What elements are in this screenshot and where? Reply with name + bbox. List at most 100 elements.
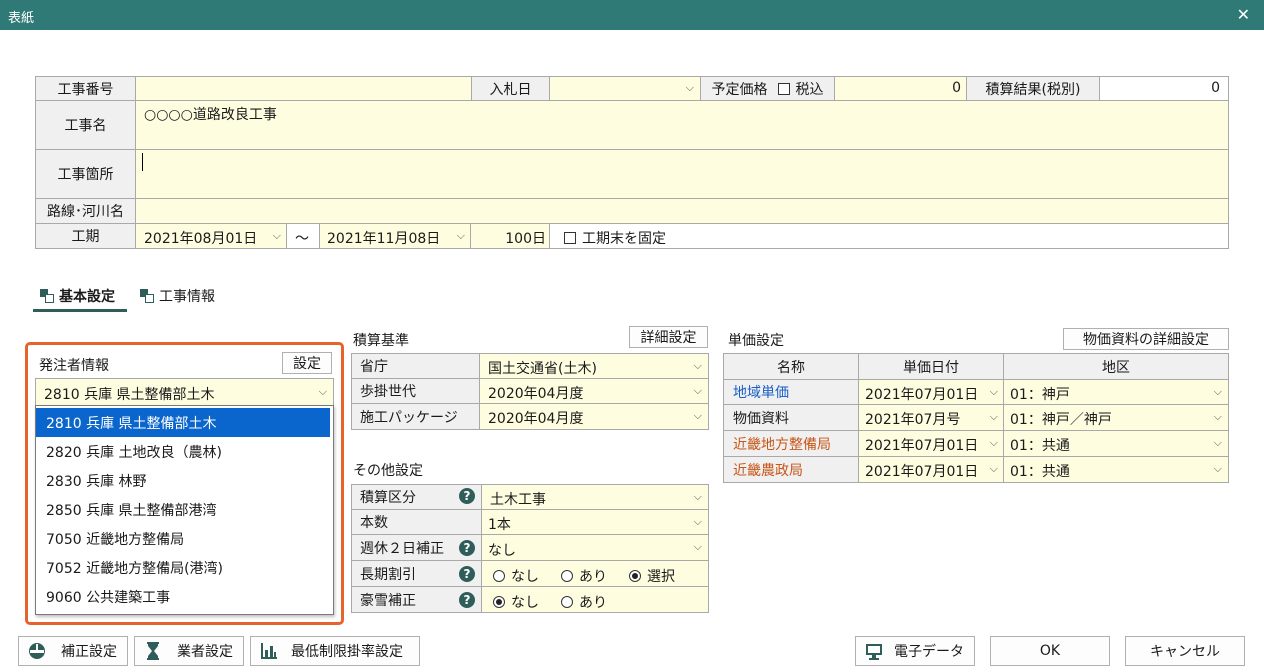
row-name-text: 物価資料 bbox=[733, 410, 789, 427]
planned-price-input[interactable]: 0 bbox=[834, 76, 967, 101]
radio-snow-yes[interactable]: あり bbox=[561, 592, 607, 612]
chevron-down-icon: ⌵ bbox=[693, 490, 702, 503]
category-select[interactable]: 土木工事 ⌵ bbox=[481, 484, 709, 510]
date-picker[interactable]: 2021年07月01日 ⌵ bbox=[858, 456, 1004, 483]
fix-end-checkbox[interactable]: 工期末を固定 bbox=[564, 228, 666, 248]
chevron-down-icon: ⌵ bbox=[693, 359, 702, 372]
checkbox-icon bbox=[777, 82, 790, 95]
dropdown-option[interactable]: 2820 兵庫 土地改良（農林) bbox=[36, 437, 330, 466]
table-row-name[interactable]: 地域単価 bbox=[723, 379, 859, 405]
chevron-down-icon: ⌵ bbox=[693, 515, 702, 528]
price-material-detail-button[interactable]: 物価資料の詳細設定 bbox=[1063, 328, 1229, 350]
planned-price-label: 予定価格 bbox=[711, 81, 768, 98]
radio-long-none[interactable]: なし bbox=[493, 566, 539, 586]
end-date-picker[interactable]: 2021年11月08日 ⌵ bbox=[319, 223, 471, 249]
button-label: 業者設定 bbox=[177, 644, 233, 660]
tab-project-info[interactable]: 工事情報 bbox=[140, 286, 215, 306]
days-value: 100日 bbox=[505, 231, 546, 247]
monitor-icon bbox=[866, 644, 882, 660]
electronic-data-button[interactable]: 電子データ bbox=[855, 636, 975, 666]
dropdown-option[interactable]: 2850 兵庫 県土整備部港湾 bbox=[36, 495, 330, 524]
area-select[interactable]: 01：共通 ⌵ bbox=[1003, 430, 1229, 457]
tab-basic-settings[interactable]: 基本設定 bbox=[40, 286, 115, 306]
route-input[interactable] bbox=[135, 198, 1229, 224]
chevron-down-icon: ⌵ bbox=[318, 385, 327, 398]
step-generation-value: 2020年04月度 bbox=[488, 386, 584, 402]
table-row-name[interactable]: 近畿地方整備局 bbox=[723, 430, 859, 457]
help-icon[interactable]: ? bbox=[459, 592, 475, 608]
area-value: 01：神戸 bbox=[1010, 387, 1070, 403]
radio-label: なし bbox=[511, 595, 539, 611]
tax-included-checkbox[interactable]: 税込 bbox=[777, 79, 824, 99]
help-icon[interactable]: ? bbox=[459, 488, 475, 504]
count-label: 本数 bbox=[351, 509, 482, 535]
help-icon[interactable]: ? bbox=[459, 566, 475, 582]
date-value: 2021年07月01日 bbox=[865, 438, 979, 454]
radio-label: あり bbox=[579, 569, 607, 585]
estimate-detail-button[interactable]: 詳細設定 bbox=[629, 326, 708, 348]
dropdown-option[interactable]: 9060 公共建築工事 bbox=[36, 582, 330, 611]
contractor-settings-button[interactable]: 業者設定 bbox=[134, 636, 244, 666]
project-name-input[interactable]: ○○○○道路改良工事 bbox=[135, 100, 1229, 150]
long-term-radio-group: なし あり 選択 bbox=[481, 560, 709, 587]
area-value: 01：神戸／神戸 bbox=[1010, 412, 1112, 428]
estimate-result-value-cell: 0 bbox=[1099, 76, 1229, 101]
cancel-button[interactable]: キャンセル bbox=[1125, 636, 1245, 666]
step-generation-select[interactable]: 2020年04月度 ⌵ bbox=[479, 378, 709, 404]
help-icon[interactable]: ? bbox=[459, 540, 475, 556]
tab-icon bbox=[140, 289, 154, 303]
dropdown-option[interactable]: 2810 兵庫 県土整備部土木 bbox=[36, 408, 330, 437]
link-regional-unit-price[interactable]: 地域単価 bbox=[733, 382, 789, 402]
weekly-select[interactable]: なし ⌵ bbox=[481, 534, 709, 561]
category-value: 土木工事 bbox=[490, 492, 546, 508]
orderer-select[interactable]: 2810 兵庫 県土整備部土木 ⌵ bbox=[35, 378, 334, 406]
column-header-date: 単価日付 bbox=[858, 353, 1004, 380]
dropdown-option[interactable]: 7050 近畿地方整備局 bbox=[36, 524, 330, 553]
date-picker[interactable]: 2021年07月号 ⌵ bbox=[858, 404, 1004, 431]
date-picker[interactable]: 2021年07月01日 ⌵ bbox=[858, 430, 1004, 457]
link-kinki-regional-bureau[interactable]: 近畿地方整備局 bbox=[733, 434, 831, 454]
days-input[interactable]: 100日 bbox=[470, 223, 550, 249]
table-row-name[interactable]: 近畿農政局 bbox=[723, 456, 859, 483]
period-separator: ～ bbox=[286, 223, 320, 249]
fix-end-label: 工期末を固定 bbox=[582, 231, 666, 247]
chevron-down-icon: ⌵ bbox=[989, 410, 998, 423]
tab-label: 基本設定 bbox=[59, 289, 115, 305]
radio-long-yes[interactable]: あり bbox=[561, 566, 607, 586]
link-kinki-agriculture-bureau[interactable]: 近畿農政局 bbox=[733, 460, 803, 480]
chevron-down-icon: ⌵ bbox=[272, 229, 281, 242]
text-cursor bbox=[142, 153, 143, 171]
radio-long-select[interactable]: 選択 bbox=[629, 566, 675, 586]
window-title: 表紙 bbox=[8, 11, 35, 26]
ministry-select[interactable]: 国土交通省(土木) ⌵ bbox=[479, 353, 709, 379]
date-picker[interactable]: 2021年07月01日 ⌵ bbox=[858, 379, 1004, 405]
bid-date-picker[interactable]: ⌵ bbox=[549, 76, 701, 101]
button-label: 電子データ bbox=[894, 644, 964, 660]
weekly-value: なし bbox=[488, 543, 516, 559]
orderer-settings-button[interactable]: 設定 bbox=[282, 352, 332, 374]
ministry-value: 国土交通省(土木) bbox=[488, 361, 597, 377]
active-tab-indicator bbox=[33, 309, 127, 312]
start-date-picker[interactable]: 2021年08月01日 ⌵ bbox=[135, 223, 287, 249]
dropdown-option[interactable]: 2830 兵庫 林野 bbox=[36, 466, 330, 495]
chevron-down-icon: ⌵ bbox=[1213, 436, 1222, 449]
min-rate-settings-button[interactable]: 最低制限掛率設定 bbox=[250, 636, 420, 666]
area-select[interactable]: 01：共通 ⌵ bbox=[1003, 456, 1229, 483]
radio-snow-none[interactable]: なし bbox=[493, 592, 539, 612]
dropdown-option[interactable]: 7052 近畿地方整備局(港湾) bbox=[36, 553, 330, 582]
package-select[interactable]: 2020年04月度 ⌵ bbox=[479, 403, 709, 430]
snow-label: 豪雪補正 bbox=[360, 592, 416, 609]
column-header-area: 地区 bbox=[1003, 353, 1229, 380]
chevron-down-icon: ⌵ bbox=[685, 81, 694, 94]
project-number-input[interactable] bbox=[135, 76, 472, 101]
close-icon[interactable]: ✕ bbox=[1237, 5, 1250, 24]
area-select[interactable]: 01：神戸 ⌵ bbox=[1003, 379, 1229, 405]
count-select[interactable]: 1本 ⌵ bbox=[481, 509, 709, 535]
area-value: 01：共通 bbox=[1010, 464, 1070, 480]
area-select[interactable]: 01：神戸／神戸 ⌵ bbox=[1003, 404, 1229, 431]
location-label: 工事箇所 bbox=[35, 149, 136, 199]
package-label: 施工パッケージ bbox=[351, 403, 480, 430]
correction-settings-button[interactable]: 補正設定 bbox=[18, 636, 128, 666]
location-input[interactable] bbox=[135, 149, 1229, 199]
ok-button[interactable]: OK bbox=[990, 636, 1110, 666]
